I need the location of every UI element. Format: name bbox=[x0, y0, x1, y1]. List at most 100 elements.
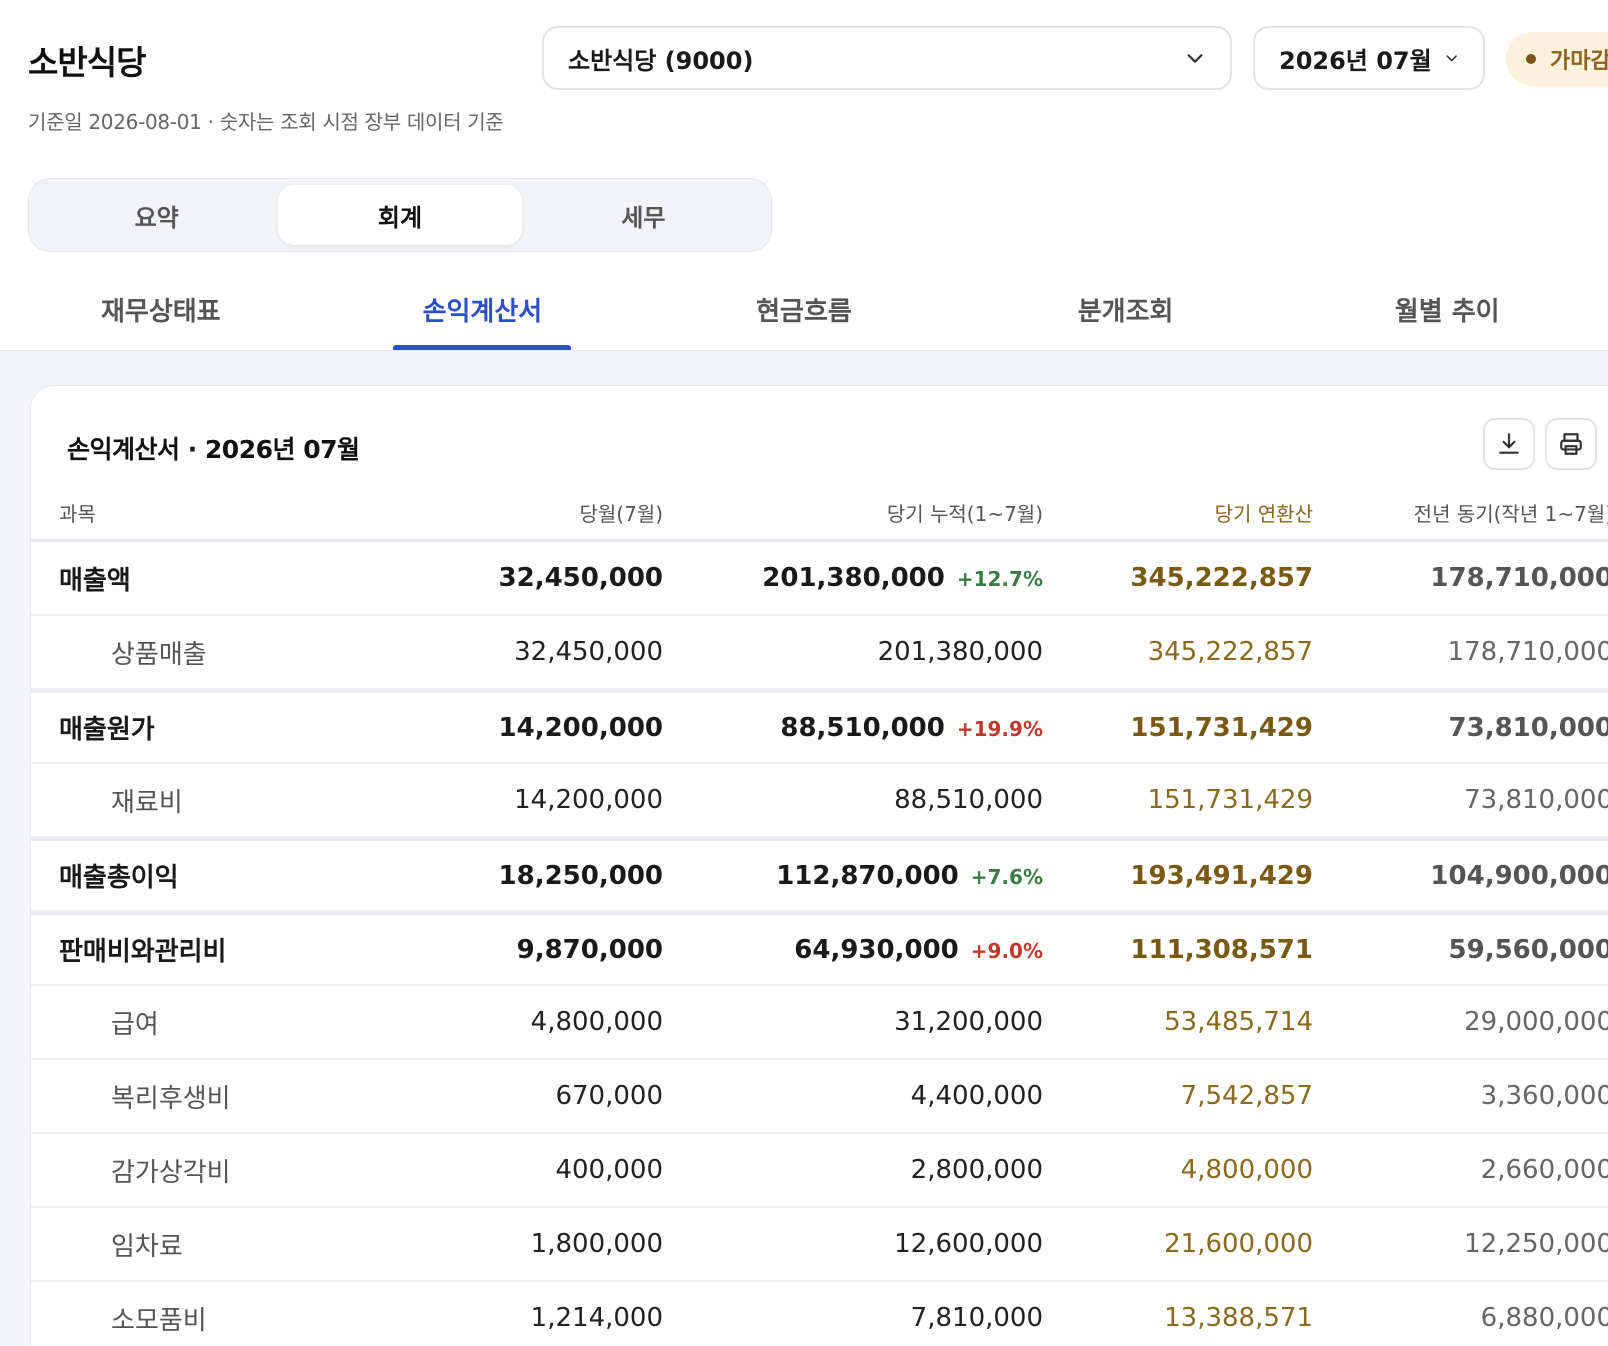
row-ytd-value: 201,380,000 bbox=[762, 563, 945, 593]
row-annualized: 53,485,714 bbox=[1164, 1007, 1313, 1037]
row-annualized: 4,800,000 bbox=[1180, 1155, 1313, 1185]
status-dot-icon bbox=[1526, 54, 1536, 64]
page-title: 소반식당 bbox=[28, 43, 146, 82]
row-annualized: 13,388,571 bbox=[1164, 1303, 1313, 1333]
row-annualized: 345,222,857 bbox=[1130, 563, 1313, 593]
row-ytd: 2,800,000 bbox=[910, 1155, 1043, 1185]
table-row[interactable]: 임차료 1,800,000 12,600,000 21,600,000 12,2… bbox=[31, 1208, 1608, 1282]
page: 소반식당 기준일 2026-08-01 · 숫자는 조회 시점 장부 데이터 기… bbox=[0, 0, 1608, 1346]
row-ytd: 12,600,000 bbox=[894, 1229, 1043, 1259]
row-annualized: 151,731,429 bbox=[1147, 785, 1313, 815]
tab-journal[interactable]: 분개조회 bbox=[965, 268, 1287, 350]
row-prev-year: 73,810,000 bbox=[1448, 712, 1608, 743]
row-annualized: 193,491,429 bbox=[1130, 860, 1313, 891]
table-row[interactable]: 매출액 32,450,000 201,380,000 +12.7% 345,222… bbox=[31, 542, 1608, 616]
chevron-down-icon bbox=[1187, 54, 1203, 63]
row-account-name: 매출총이익 bbox=[59, 863, 179, 893]
month-select-value: 2026년 07월 bbox=[1279, 46, 1432, 75]
row-prev-year: 12,250,000 bbox=[1464, 1229, 1608, 1259]
table-row[interactable]: 소모품비 1,214,000 7,810,000 13,388,571 6,88… bbox=[31, 1282, 1608, 1346]
row-ytd-value: 88,510,000 bbox=[780, 712, 945, 743]
col-header-account: 과목 bbox=[59, 502, 96, 526]
row-ytd-value: 112,870,000 bbox=[776, 860, 959, 891]
row-prev-year: 29,000,000 bbox=[1464, 1007, 1608, 1037]
row-ytd: 31,200,000 bbox=[894, 1007, 1043, 1037]
segment-tax[interactable]: 세무 bbox=[522, 185, 765, 245]
tab-balance-sheet[interactable]: 재무상태표 bbox=[0, 268, 322, 350]
row-ytd: 7,810,000 bbox=[910, 1303, 1043, 1333]
row-annualized: 7,542,857 bbox=[1180, 1081, 1313, 1111]
segment-accounting[interactable]: 회계 bbox=[278, 185, 522, 245]
row-current: 9,870,000 bbox=[516, 934, 663, 965]
table-header: 과목 당월(7월) 당기 누적(1~7월) 당기 연환산 전년 동기(작년 1~… bbox=[31, 486, 1608, 542]
tab-monthly-trend[interactable]: 월별 추이 bbox=[1286, 268, 1608, 350]
row-change: +9.0% bbox=[970, 938, 1043, 963]
row-account-name: 소모품비 bbox=[111, 1305, 207, 1336]
table-row[interactable]: 재료비 14,200,000 88,510,000 151,731,429 73… bbox=[31, 764, 1608, 838]
row-prev-year: 3,360,000 bbox=[1480, 1081, 1608, 1111]
status-badge-label: 가마감 bbox=[1550, 49, 1608, 74]
col-header-prev-year: 전년 동기(작년 1~7월) bbox=[1413, 502, 1608, 526]
print-button[interactable] bbox=[1545, 418, 1597, 470]
row-current: 32,450,000 bbox=[514, 637, 663, 667]
row-current: 670,000 bbox=[555, 1081, 663, 1111]
status-badge: 가마감 bbox=[1506, 32, 1608, 86]
table-row[interactable]: 판매비와관리비 9,870,000 64,930,000 +9.0% 111,30… bbox=[31, 912, 1608, 986]
table-row[interactable]: 상품매출 32,450,000 201,380,000 345,222,857 … bbox=[31, 616, 1608, 690]
row-account-name: 재료비 bbox=[111, 787, 183, 818]
row-prev-year: 73,810,000 bbox=[1464, 785, 1608, 815]
store-select-value: 소반식당 (9000) bbox=[568, 46, 754, 75]
row-current: 32,450,000 bbox=[498, 563, 663, 593]
row-account-name: 상품매출 bbox=[111, 639, 207, 670]
tab-cash-flow[interactable]: 현금흐름 bbox=[643, 268, 965, 350]
row-ytd: 88,510,000 bbox=[894, 785, 1043, 815]
row-account-name: 매출원가 bbox=[59, 715, 155, 745]
row-current: 4,800,000 bbox=[530, 1007, 663, 1037]
row-change: +12.7% bbox=[956, 567, 1043, 591]
row-account-name: 매출액 bbox=[59, 565, 131, 596]
row-annualized: 345,222,857 bbox=[1147, 637, 1313, 667]
table-row[interactable]: 급여 4,800,000 31,200,000 53,485,714 29,00… bbox=[31, 986, 1608, 1060]
table-row[interactable]: 매출원가 14,200,000 88,510,000 +19.9% 151,731… bbox=[31, 690, 1608, 764]
col-header-current: 당월(7월) bbox=[579, 502, 663, 526]
row-ytd: 64,930,000 +9.0% bbox=[663, 935, 1043, 965]
row-ytd: 201,380,000 bbox=[877, 637, 1043, 667]
row-current: 18,250,000 bbox=[498, 860, 663, 891]
row-account-name: 복리후생비 bbox=[111, 1083, 231, 1114]
card-title: 손익계산서 · 2026년 07월 bbox=[67, 435, 360, 464]
row-change: +19.9% bbox=[956, 716, 1043, 741]
month-select[interactable]: 2026년 07월 bbox=[1253, 26, 1485, 90]
row-account-name: 판매비와관리비 bbox=[59, 937, 227, 967]
chevron-down-icon bbox=[1446, 55, 1457, 62]
row-current: 1,800,000 bbox=[530, 1229, 663, 1259]
table-row[interactable]: 매출총이익 18,250,000 112,870,000 +7.6% 193,49… bbox=[31, 838, 1608, 912]
row-current: 14,200,000 bbox=[498, 712, 663, 743]
table-row[interactable]: 감가상각비 400,000 2,800,000 4,800,000 2,660,… bbox=[31, 1134, 1608, 1208]
download-icon bbox=[1499, 433, 1519, 454]
row-current: 14,200,000 bbox=[514, 785, 663, 815]
row-prev-year: 178,710,000 bbox=[1447, 637, 1608, 667]
report-tabs: 재무상태표 손익계산서 현금흐름 분개조회 월별 추이 bbox=[0, 268, 1608, 350]
view-segmented-control: 요약 회계 세무 bbox=[28, 178, 772, 252]
table-row[interactable]: 복리후생비 670,000 4,400,000 7,542,857 3,360,… bbox=[31, 1060, 1608, 1134]
row-annualized: 151,731,429 bbox=[1130, 712, 1313, 743]
content-area: 손익계산서 · 2026년 07월 과목 당월(7월) 당기 누적(1~7월) … bbox=[0, 350, 1608, 1346]
row-current: 400,000 bbox=[555, 1155, 663, 1185]
segment-summary[interactable]: 요약 bbox=[35, 185, 278, 245]
income-statement-card: 손익계산서 · 2026년 07월 과목 당월(7월) 당기 누적(1~7월) … bbox=[30, 385, 1608, 1346]
row-prev-year: 59,560,000 bbox=[1448, 934, 1608, 965]
row-annualized: 111,308,571 bbox=[1130, 934, 1313, 965]
tab-income-statement[interactable]: 손익계산서 bbox=[322, 268, 644, 350]
col-header-annualized: 당기 연환산 bbox=[1214, 502, 1313, 526]
download-button[interactable] bbox=[1483, 418, 1535, 470]
row-account-name: 감가상각비 bbox=[111, 1157, 231, 1188]
row-account-name: 임차료 bbox=[111, 1231, 183, 1262]
header: 소반식당 기준일 2026-08-01 · 숫자는 조회 시점 장부 데이터 기… bbox=[0, 0, 1608, 350]
col-header-ytd: 당기 누적(1~7월) bbox=[886, 502, 1043, 526]
row-ytd: 112,870,000 +7.6% bbox=[663, 861, 1043, 891]
row-ytd: 88,510,000 +19.9% bbox=[663, 713, 1043, 743]
page-subtitle: 기준일 2026-08-01 · 숫자는 조회 시점 장부 데이터 기준 bbox=[28, 110, 504, 134]
income-statement-table: 과목 당월(7월) 당기 누적(1~7월) 당기 연환산 전년 동기(작년 1~… bbox=[31, 486, 1608, 1346]
store-select[interactable]: 소반식당 (9000) bbox=[542, 26, 1232, 90]
row-prev-year: 6,880,000 bbox=[1480, 1303, 1608, 1333]
